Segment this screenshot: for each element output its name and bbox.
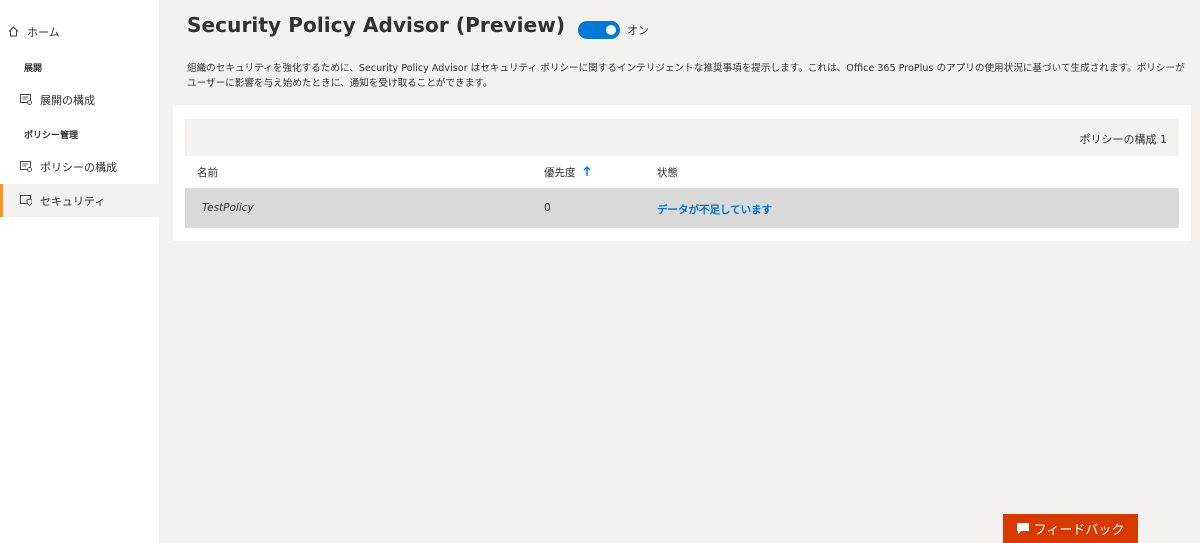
- row-priority: 0: [544, 202, 551, 214]
- column-header-status-label: 状態: [657, 167, 678, 179]
- nav-home-label: ホーム: [27, 25, 60, 39]
- feedback-label: フィードバック: [1033, 522, 1125, 537]
- sort-ascending-icon: [583, 166, 591, 180]
- column-header-status[interactable]: 状態: [657, 165, 678, 180]
- column-header-name[interactable]: 名前: [197, 165, 218, 180]
- nav-policy-config-label: ポリシーの構成: [40, 160, 117, 174]
- feedback-button[interactable]: フィードバック: [1003, 514, 1138, 543]
- nav-home[interactable]: ホーム: [0, 15, 159, 48]
- policy-count-label: ポリシーの構成 1: [1079, 133, 1168, 146]
- nav-deploy-config-label: 展開の構成: [40, 93, 95, 107]
- policy-card: ポリシーの構成 1 名前 優先度 状態 TestPolicy 0 データが不足し…: [173, 105, 1191, 241]
- home-icon: [7, 26, 19, 38]
- config-icon: [20, 94, 32, 106]
- row-name: TestPolicy: [202, 202, 254, 214]
- toggle-knob: [606, 25, 616, 35]
- advisor-toggle[interactable]: [578, 21, 620, 39]
- column-header-name-label: 名前: [197, 167, 218, 179]
- column-header-priority[interactable]: 優先度: [544, 165, 591, 180]
- nav-group-deploy: 展開: [24, 64, 43, 74]
- page-title: Security Policy Advisor (Preview): [187, 13, 566, 37]
- nav-group-policy: ポリシー管理: [24, 131, 79, 141]
- nav-deploy-config[interactable]: 展開の構成: [0, 83, 159, 116]
- row-status-link[interactable]: データが不足しています: [657, 202, 772, 217]
- column-header-priority-label: 優先度: [544, 167, 576, 179]
- chat-icon: [1016, 523, 1029, 534]
- page-description: 組織のセキュリティを強化するために、Security Policy Adviso…: [187, 63, 1185, 89]
- nav-security-label: セキュリティ: [40, 194, 106, 208]
- sidebar: ホーム 展開 展開の構成 ポリシー管理 ポリシーの構成 セキュリティ: [0, 0, 159, 543]
- card-header: ポリシーの構成 1: [185, 119, 1179, 156]
- toggle-label: オン: [627, 24, 649, 37]
- shield-icon: [20, 195, 32, 207]
- nav-policy-config[interactable]: ポリシーの構成: [0, 150, 159, 183]
- main-content: Security Policy Advisor (Preview) オン 組織の…: [159, 0, 1200, 543]
- table-row[interactable]: TestPolicy 0 データが不足しています: [185, 188, 1179, 228]
- config-icon: [20, 161, 32, 173]
- nav-security[interactable]: セキュリティ: [0, 184, 159, 217]
